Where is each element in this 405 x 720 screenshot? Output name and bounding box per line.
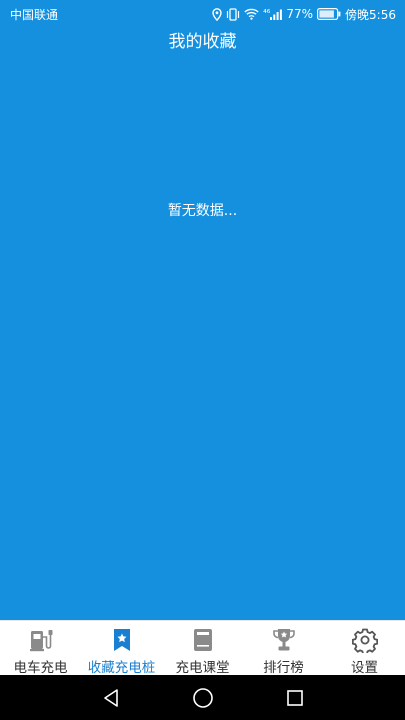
empty-state-message: 暂无数据... xyxy=(167,203,238,219)
back-icon[interactable] xyxy=(99,686,123,710)
trophy-icon xyxy=(271,627,297,653)
tab-label: 收藏充电桩 xyxy=(87,660,156,676)
gear-icon xyxy=(351,627,378,653)
charging-station-icon xyxy=(28,627,54,653)
tab-settings[interactable]: 设置 xyxy=(324,621,405,676)
status-icons: ⁴⁶ 77% 傍晚5:56 xyxy=(212,6,396,23)
tab-label: 充电课堂 xyxy=(175,660,230,676)
recents-icon[interactable] xyxy=(283,686,307,710)
vibrate-icon xyxy=(226,7,240,21)
tab-leaderboard[interactable]: 排行榜 xyxy=(243,621,324,676)
bottom-tab-bar: 电车充电 收藏充电桩 充电课堂 排行榜 设置 xyxy=(0,620,405,676)
tab-label: 电车充电 xyxy=(13,660,68,676)
bookmark-star-icon xyxy=(109,627,135,653)
clock: 傍晚5:56 xyxy=(345,7,396,22)
status-bar: 中国联通 ⁴⁶ 77% 傍晚5:56 xyxy=(0,0,405,28)
tab-favorites[interactable]: 收藏充电桩 xyxy=(81,621,162,676)
location-icon xyxy=(212,7,222,21)
page-title: 我的收藏 xyxy=(168,31,237,52)
signal-icon xyxy=(270,9,283,20)
carrier-label: 中国联通 xyxy=(10,7,59,22)
tab-label: 设置 xyxy=(351,660,378,676)
tab-charging-class[interactable]: 充电课堂 xyxy=(162,621,243,676)
network-type-badge: ⁴⁶ xyxy=(263,9,283,20)
tab-ev-charging[interactable]: 电车充电 xyxy=(0,621,81,676)
title-bar: 我的收藏 xyxy=(0,26,405,52)
battery-icon xyxy=(317,8,341,20)
battery-percent: 77% xyxy=(286,7,314,21)
tab-label: 排行榜 xyxy=(263,660,304,676)
system-navigation-bar xyxy=(0,675,405,720)
book-icon xyxy=(190,627,216,653)
home-icon[interactable] xyxy=(191,686,215,710)
wifi-icon xyxy=(244,8,259,20)
